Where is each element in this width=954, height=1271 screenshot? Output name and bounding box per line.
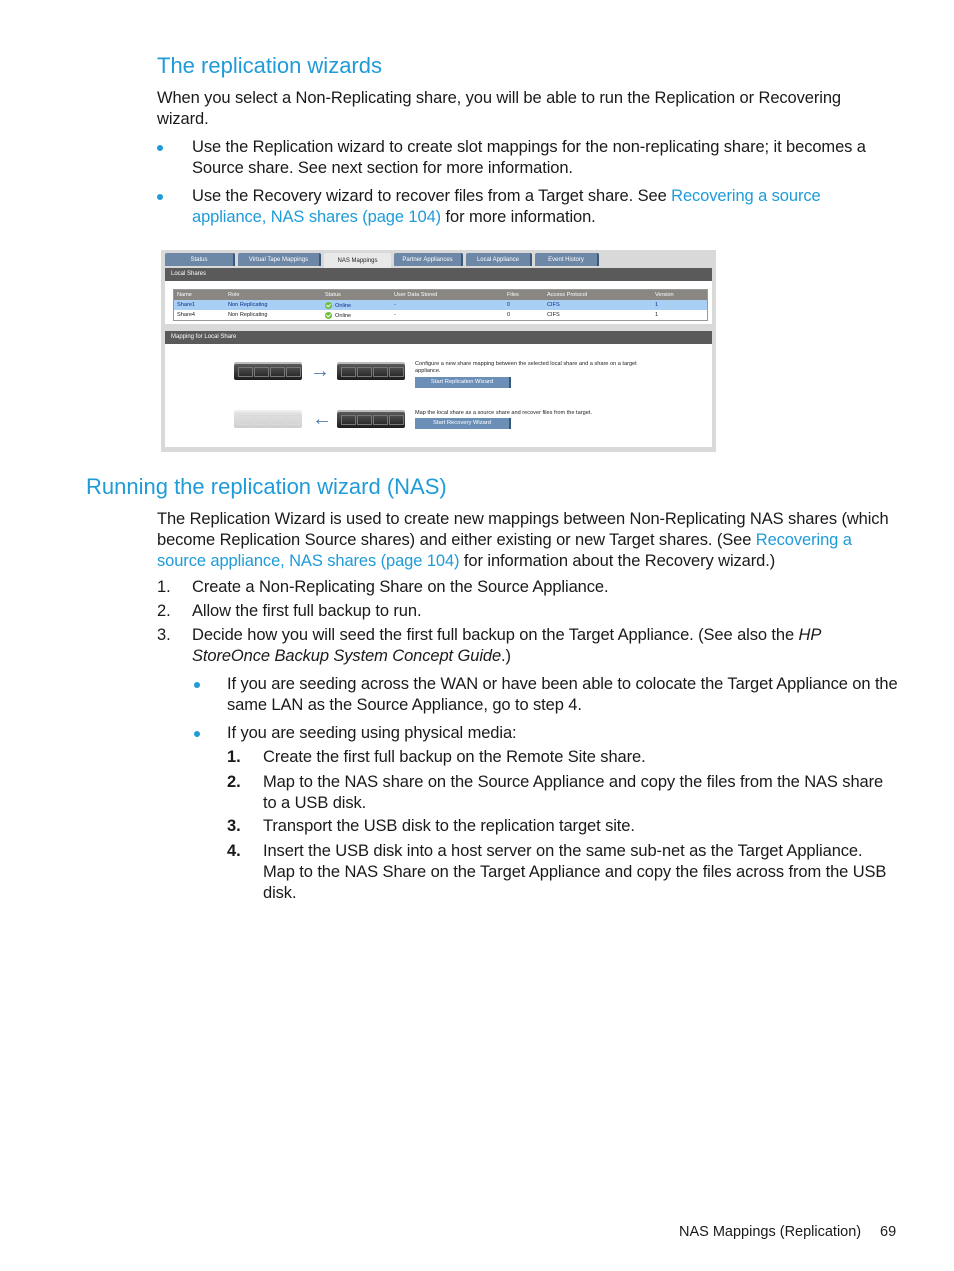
sub-step-number: 1. (227, 748, 241, 766)
source-server-ghost-icon (234, 412, 302, 428)
share-status: Online (322, 311, 391, 319)
step-text: Decide how you will seed the first full … (192, 626, 799, 644)
table-row[interactable]: Share4 Non Replicating Online - 0 CIFS 1 (174, 310, 707, 320)
column-header[interactable]: Role (225, 292, 322, 298)
sub-step-3: Transport the USB disk to the replicatio… (263, 817, 635, 835)
online-check-icon (325, 301, 332, 309)
bullet-icon (157, 145, 163, 151)
column-header[interactable]: Status (322, 292, 391, 298)
bullet-text: for more information. (441, 208, 596, 226)
section2-intro: The Replication Wizard is used to create… (157, 509, 899, 572)
column-header[interactable]: User Data Stored (391, 292, 504, 298)
bullet-text: Use the Recovery wizard to recover files… (192, 187, 672, 205)
column-header[interactable]: Access Protocol (544, 292, 652, 298)
start-replication-wizard-button[interactable]: Start Replication Wizard (415, 377, 511, 388)
step-number: 2. (157, 602, 171, 620)
share-version: 1 (655, 312, 659, 318)
bullet-icon (194, 731, 200, 737)
step-text: .) (501, 647, 511, 665)
mapping-panel: Mapping for Local Share → Configure a ne… (165, 331, 712, 447)
tab-local-appliance[interactable]: Local Appliance (466, 253, 532, 266)
bullet-icon (194, 682, 200, 688)
table-row[interactable]: Share1 Non Replicating Online - 0 CIFS 1 (174, 300, 707, 310)
column-header[interactable]: Version (652, 292, 707, 298)
target-server-icon (337, 364, 405, 380)
bullet-recovery-wizard: Use the Recovery wizard to recover files… (192, 186, 882, 228)
sub-step-1: Create the first full backup on the Remo… (263, 748, 646, 766)
share-role: Non Replicating (228, 312, 268, 318)
share-protocol: CIFS (547, 302, 560, 308)
bullet-replication-wizard: Use the Replication wizard to create slo… (192, 138, 866, 177)
share-user-data: - (394, 302, 396, 308)
share-version: 1 (655, 302, 659, 308)
target-server-icon (337, 412, 405, 428)
share-files: 0 (507, 312, 511, 318)
share-name: Share1 (177, 302, 196, 308)
arrow-left-icon: ← (312, 408, 332, 430)
section-heading-replication-wizards: The replication wizards (157, 53, 382, 78)
share-status: Online (322, 301, 391, 309)
share-protocol: CIFS (547, 312, 560, 318)
nas-mappings-screenshot: Status Virtual Tape Mappings NAS Mapping… (161, 250, 716, 452)
replication-description: Configure a new share mapping between th… (415, 361, 637, 374)
online-check-icon (325, 311, 332, 319)
page-number: 69 (880, 1224, 897, 1240)
local-shares-table: Name Role Status User Data Stored Files … (173, 289, 708, 321)
mapping-header: Mapping for Local Share (165, 331, 712, 344)
step-number: 3. (157, 626, 171, 644)
footer-section-title: NAS Mappings (Replication) (679, 1224, 862, 1240)
step-2: Allow the first full backup to run. (192, 602, 422, 620)
status-text: Online (335, 302, 352, 309)
tab-partner-appliances[interactable]: Partner Appliances (394, 253, 463, 266)
column-header[interactable]: Name (174, 292, 225, 298)
step-1: Create a Non-Replicating Share on the So… (192, 578, 609, 596)
sub-step-number: 3. (227, 817, 241, 835)
local-shares-panel: Local Shares Name Role Status User Data … (165, 268, 712, 324)
section-heading-running-replication-wizard: Running the replication wizard (NAS) (86, 474, 447, 499)
step-3: Decide how you will seed the first full … (192, 625, 872, 667)
share-name: Share4 (177, 312, 196, 318)
tab-bar: Status Virtual Tape Mappings NAS Mapping… (165, 253, 599, 268)
sub-step-2: Map to the NAS share on the Source Appli… (263, 773, 884, 812)
sub-step-4: Insert the USB disk into a host server o… (263, 842, 887, 902)
recovery-description: Map the local share as a source share an… (415, 410, 592, 416)
seeding-physical-bullet: If you are seeding using physical media: (227, 724, 517, 742)
seeding-wan-bullet: If you are seeding across the WAN or hav… (227, 675, 898, 714)
sub-step-number: 2. (227, 773, 241, 791)
column-header[interactable]: Files (504, 292, 544, 298)
bullet-icon (157, 194, 163, 200)
tab-event-history[interactable]: Event History (535, 253, 599, 266)
tab-virtual-tape-mappings[interactable]: Virtual Tape Mappings (238, 253, 321, 266)
tab-status[interactable]: Status (165, 253, 235, 266)
sub-step-number: 4. (227, 842, 241, 860)
intro-paragraph: When you select a Non-Replicating share,… (157, 89, 841, 128)
share-user-data: - (394, 312, 396, 318)
share-files: 0 (507, 302, 511, 308)
intro-text: for information about the Recovery wizar… (459, 552, 776, 570)
status-text: Online (335, 312, 352, 319)
table-header-row: Name Role Status User Data Stored Files … (174, 290, 707, 300)
share-role: Non Replicating (228, 302, 268, 308)
step-number: 1. (157, 578, 171, 596)
local-shares-header: Local Shares (165, 268, 712, 281)
source-server-icon (234, 364, 302, 380)
arrow-right-icon: → (310, 360, 330, 382)
start-recovery-wizard-button[interactable]: Start Recovery Wizard (415, 418, 511, 429)
tab-nas-mappings[interactable]: NAS Mappings (324, 253, 391, 268)
